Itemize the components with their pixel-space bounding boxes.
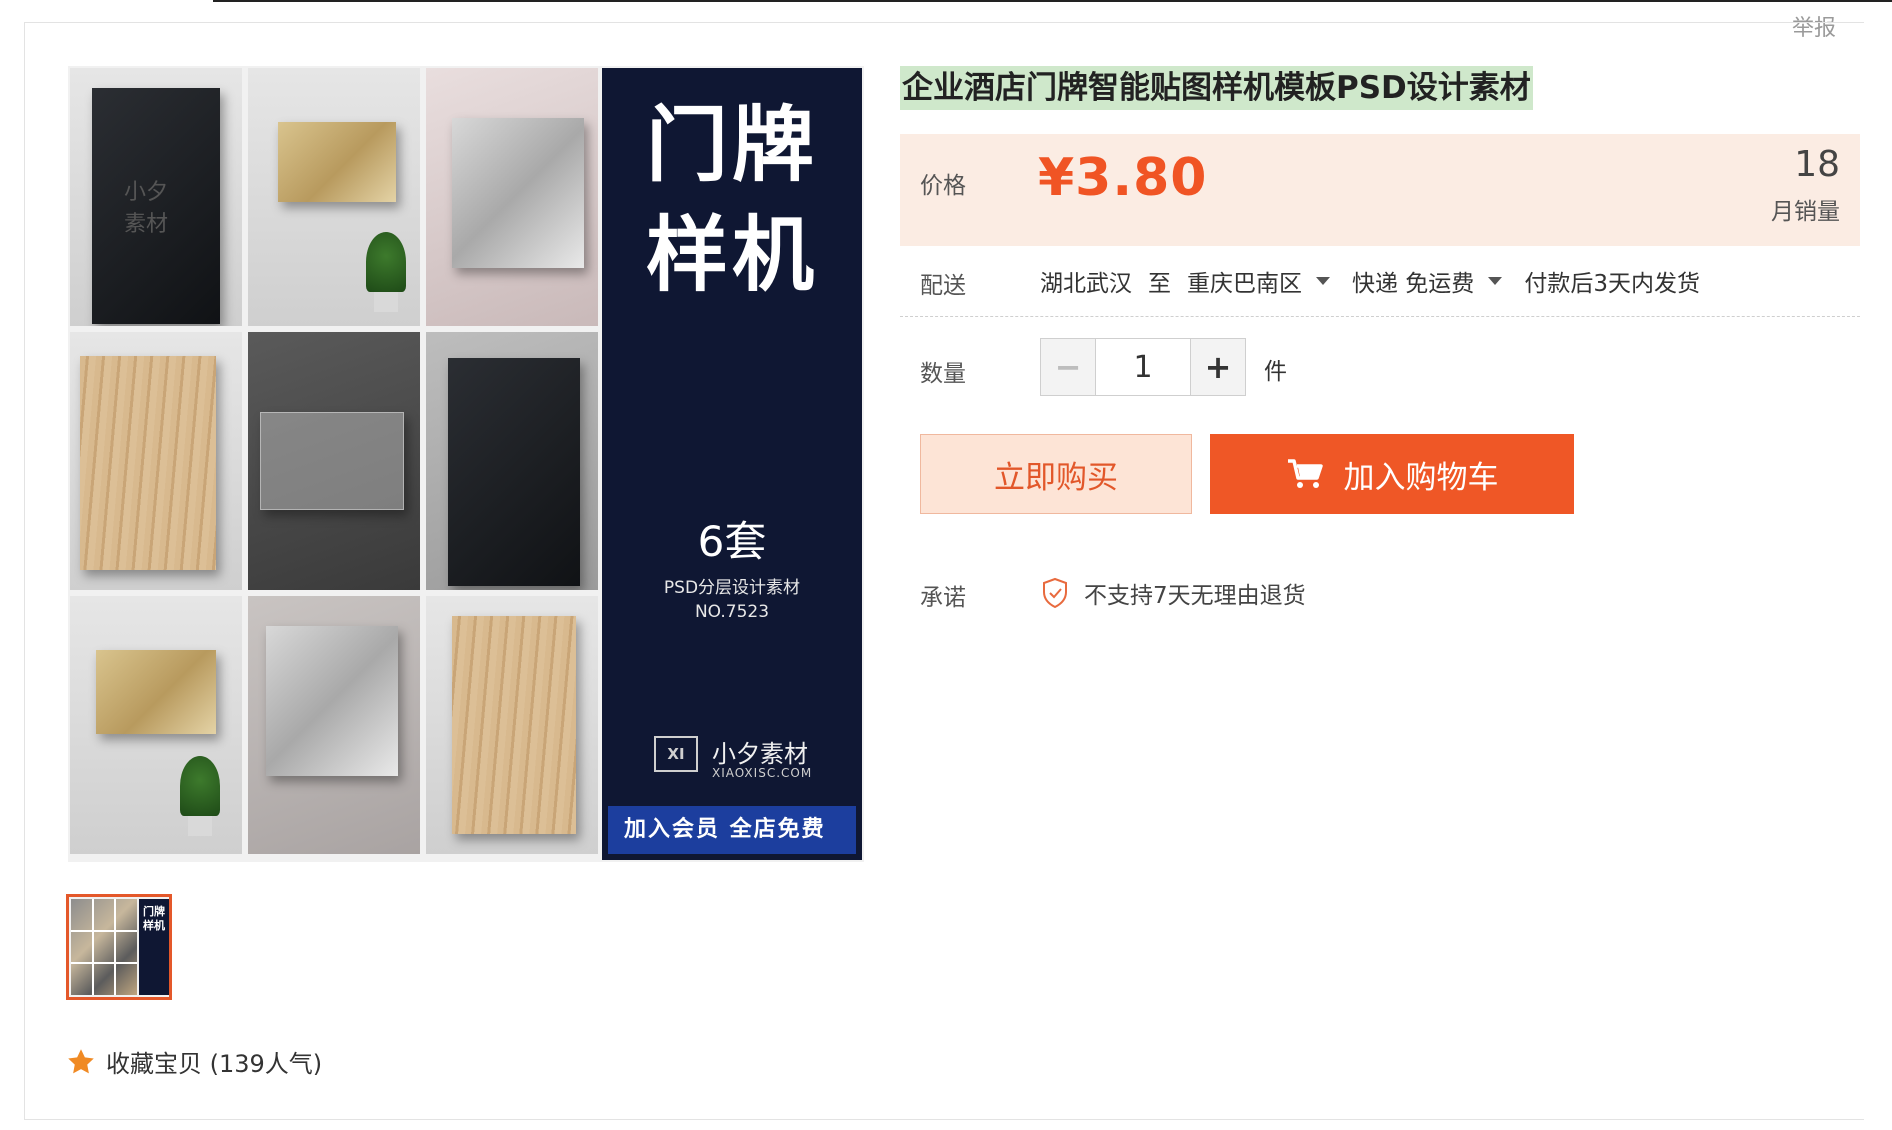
monthly-sales-count: 18 (1794, 144, 1840, 185)
plant (180, 756, 220, 816)
promo-count: 6套 (697, 517, 767, 566)
decrease-button[interactable]: − (1041, 339, 1095, 395)
gold-sign (96, 650, 216, 734)
increase-button[interactable]: + (1191, 339, 1245, 395)
mockup-tile (248, 332, 420, 590)
mockup-tile (426, 596, 598, 854)
monthly-sales-label: 月销量 (1771, 199, 1840, 225)
glass-sign (260, 412, 404, 510)
add-to-cart-button[interactable]: 加入购物车 (1210, 434, 1574, 514)
price-label: 价格 (920, 173, 966, 199)
ship-method[interactable]: 快递 免运费 (1352, 264, 1474, 298)
buy-now-button[interactable]: 立即购买 (920, 434, 1192, 514)
shopping-cart-icon (1287, 459, 1323, 488)
wood-sign (80, 356, 216, 570)
promo-panel: 门牌 样机 6套 PSD分层设计素材 NO.7523 XI 小夕素材 XIAOX… (602, 68, 862, 860)
mockup-tile (70, 332, 242, 590)
black-sign (448, 358, 580, 586)
black-sign: 小夕素材 (92, 88, 220, 324)
silver-sign (266, 626, 398, 776)
plant (366, 232, 406, 292)
promise-label: 承诺 (920, 585, 966, 611)
shipping-row: 湖北武汉 至 重庆巴南区 快递 免运费 付款后3天内发货 (1040, 264, 1700, 298)
thumbnail-grid (71, 899, 137, 995)
product-title: 企业酒店门牌智能贴图样机模板PSD设计素材 (900, 66, 1533, 110)
brand-url: XIAOXISC.COM (712, 766, 813, 780)
mockup-tile (426, 332, 598, 590)
ship-from: 湖北武汉 (1040, 271, 1132, 297)
quantity-label: 数量 (920, 361, 966, 387)
main-product-image[interactable]: 小夕素材 门牌 样机 6套 PSD分层设计素材 NO.7523 XI 小夕素材 … (68, 66, 864, 862)
brand-name: 小夕素材 (712, 740, 808, 768)
plant-pot (188, 816, 212, 836)
mockup-grid: 小夕素材 (70, 68, 598, 860)
silver-sign (452, 118, 584, 268)
ship-dispatch: 付款后3天内发货 (1524, 271, 1700, 297)
star-icon (68, 1048, 94, 1073)
promo-banner: 加入会员 全店免费 (608, 806, 856, 854)
promise-text: 不支持7天无理由退货 (1084, 583, 1306, 609)
sign-logo: 小夕素材 (124, 180, 169, 237)
quantity-unit: 件 (1264, 359, 1287, 385)
mockup-tile: 小夕素材 (70, 68, 242, 326)
promo-number: NO.7523 (694, 602, 770, 622)
top-divider (213, 0, 1892, 2)
shipping-label: 配送 (920, 273, 966, 299)
add-to-cart-label: 加入购物车 (1343, 459, 1499, 496)
favorite-button[interactable]: 收藏宝贝 (139人气) (66, 1044, 322, 1079)
caret-down-icon[interactable] (1488, 277, 1503, 285)
plant-pot (374, 292, 398, 312)
quantity-stepper: − + (1040, 338, 1246, 396)
quantity-input[interactable] (1095, 339, 1191, 395)
thumbnail-panel: 门牌 样机 (139, 899, 169, 995)
price-value: ¥3.80 (1038, 148, 1208, 208)
promo-subtitle: PSD分层设计素材 (663, 578, 801, 598)
shield-check-icon (1043, 577, 1067, 609)
caret-down-icon[interactable] (1316, 277, 1330, 285)
mockup-tile (70, 596, 242, 854)
promo-title-line1: 门牌 (645, 98, 818, 193)
brand-logo: XI (654, 736, 698, 772)
gold-sign (278, 122, 396, 202)
thumbnail-selected[interactable]: 门牌 样机 (66, 894, 172, 1000)
buy-now-label: 立即购买 (994, 459, 1118, 496)
mockup-tile (248, 596, 420, 854)
promo-title-line2: 样机 (645, 208, 818, 303)
favorite-label: 收藏宝贝 (139人气) (106, 1050, 323, 1078)
divider (900, 316, 1860, 317)
ship-destination[interactable]: 重庆巴南区 (1187, 264, 1302, 298)
price-box: 价格 ¥3.80 18 月销量 (900, 134, 1860, 246)
mockup-tile (426, 68, 598, 326)
mockup-tile (248, 68, 420, 326)
wood-sign (452, 616, 576, 834)
promise-row: 不支持7天无理由退货 (1040, 576, 1306, 610)
ship-to-word: 至 (1148, 271, 1171, 297)
